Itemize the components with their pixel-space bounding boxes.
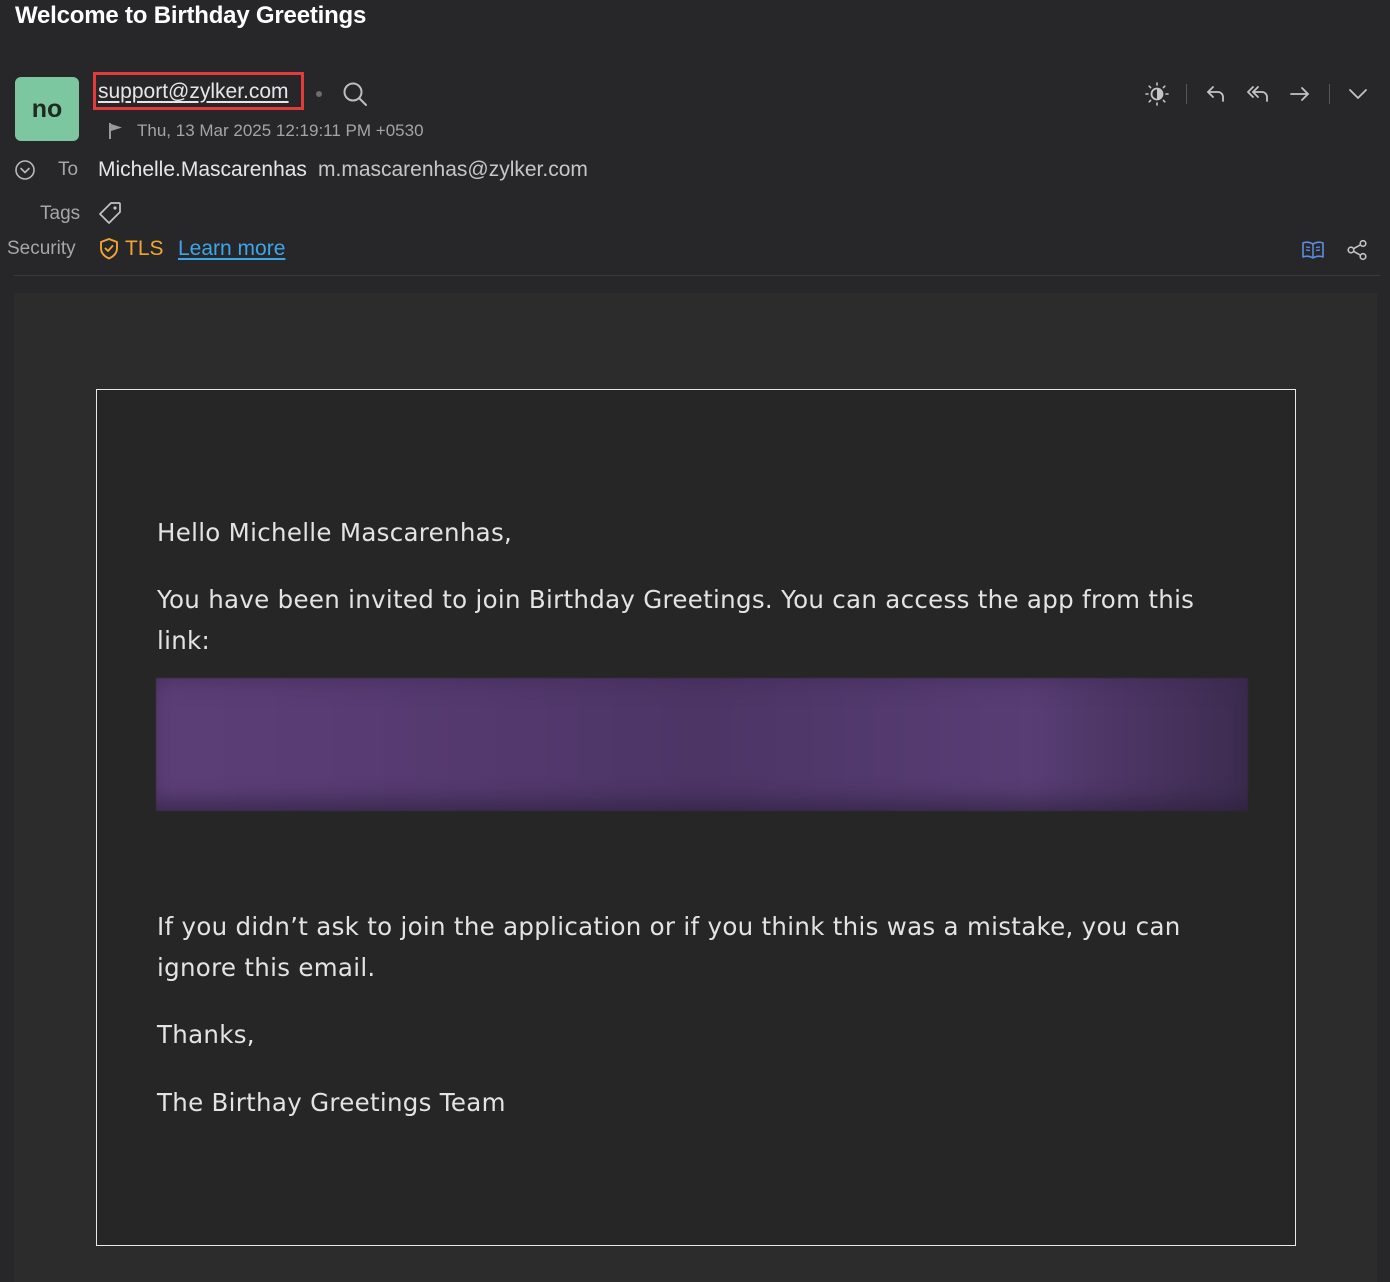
flag-icon[interactable] [107,122,125,145]
security-label: Security [7,238,76,259]
shield-icon [98,237,120,266]
recipient-name[interactable]: Michelle.Mascarenhas [98,158,307,182]
search-icon[interactable] [341,80,369,108]
separator-dot [316,91,322,97]
to-label: To [58,159,79,180]
reader-view-icon[interactable] [1300,237,1326,263]
email-paragraph-invite: You have been invited to join Birthday G… [157,585,1195,655]
email-closing: Thanks, [157,1020,255,1049]
redacted-link-button[interactable] [156,678,1248,811]
email-date: Thu, 13 Mar 2025 12:19:11 PM +0530 [137,121,424,140]
email-paragraph-ignore: If you didn’t ask to join the applicatio… [157,912,1181,982]
theme-toggle-icon[interactable] [1144,81,1170,107]
reply-all-icon[interactable] [1244,81,1272,107]
email-greeting: Hello Michelle Mascarenhas, [157,518,513,547]
learn-more-link[interactable]: Learn more [178,237,285,261]
tls-badge: TLS [125,237,164,260]
toolbar-separator [1186,84,1187,104]
email-subject: Welcome to Birthday Greetings [15,2,367,29]
tags-label: Tags [40,203,81,224]
reply-icon[interactable] [1203,81,1229,107]
more-dropdown-icon[interactable] [1345,81,1371,107]
toolbar-separator [1329,84,1330,104]
expand-details-icon[interactable] [14,159,36,186]
recipient-email[interactable]: m.mascarenhas@zylker.com [318,158,588,182]
header-divider [14,275,1380,276]
tag-icon[interactable] [97,200,123,231]
forward-icon[interactable] [1287,81,1313,107]
email-signature: The Birthay Greetings Team [157,1088,506,1117]
sender-avatar[interactable]: no [15,77,79,141]
sender-email-link[interactable]: support@zylker.com [98,80,289,104]
share-icon[interactable] [1344,237,1370,263]
